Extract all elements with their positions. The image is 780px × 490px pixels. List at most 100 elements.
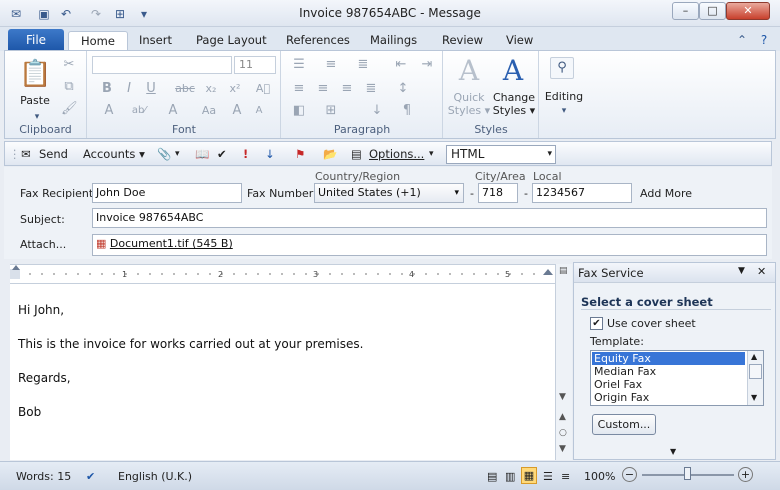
attach-file-icon[interactable]: 📎 bbox=[157, 146, 171, 163]
prev-page-icon[interactable]: ▲ bbox=[559, 412, 566, 422]
language-indicator[interactable]: English (U.K.) bbox=[118, 470, 192, 483]
vertical-scrollbar[interactable]: ▤ ▼ ▲ ○ ▼ bbox=[555, 264, 572, 460]
align-left-icon[interactable]: ≡ bbox=[290, 81, 308, 97]
editing-button[interactable]: Editing bbox=[540, 90, 588, 103]
highlight-icon[interactable]: ab⁄ bbox=[128, 103, 150, 119]
paste-icon[interactable]: 📋 bbox=[19, 57, 51, 91]
country-region-select[interactable]: United States (+1) ▾ bbox=[314, 183, 464, 203]
shrink-font-icon[interactable]: A bbox=[250, 103, 268, 119]
cut-icon[interactable]: ✂ bbox=[61, 57, 77, 73]
address-book-icon[interactable]: 📖 bbox=[195, 146, 209, 163]
send-icon[interactable]: ✉ bbox=[21, 146, 31, 163]
check-names-icon[interactable]: ✔ bbox=[217, 146, 227, 163]
tab-view[interactable]: View bbox=[506, 31, 533, 51]
message-body[interactable]: Hi John, This is the invoice for works c… bbox=[10, 284, 555, 460]
quick-styles-icon[interactable]: A bbox=[452, 55, 486, 87]
bold-icon[interactable]: B bbox=[100, 81, 114, 97]
outline-icon[interactable]: ☰ bbox=[543, 470, 553, 483]
message-format-select[interactable]: HTML ▾ bbox=[446, 145, 556, 164]
tab-review[interactable]: Review bbox=[442, 31, 483, 51]
underline-icon[interactable]: U bbox=[144, 81, 158, 97]
subscript-icon[interactable]: x₂ bbox=[202, 81, 220, 97]
sort-icon[interactable]: ↓ bbox=[368, 103, 386, 119]
binoculars-icon[interactable]: ⚲ bbox=[550, 57, 574, 79]
zoom-slider-thumb[interactable] bbox=[684, 467, 691, 480]
show-formatting-icon[interactable]: ¶ bbox=[398, 103, 416, 119]
next-page-icon[interactable]: ▼ bbox=[559, 444, 566, 454]
borders-icon[interactable]: ⊞ bbox=[322, 103, 340, 119]
italic-icon[interactable]: I bbox=[122, 81, 136, 97]
pane-scroll-down-icon[interactable]: ▼ bbox=[670, 447, 676, 456]
template-scroll-down-icon[interactable]: ▼ bbox=[751, 393, 757, 402]
print-layout-icon[interactable]: ▤ bbox=[487, 470, 497, 483]
web-layout-icon[interactable]: ▦ bbox=[521, 467, 537, 484]
zoom-in-icon[interactable]: + bbox=[738, 467, 753, 482]
city-area-input[interactable]: 718 bbox=[478, 183, 518, 203]
folder-icon[interactable]: 📂 bbox=[323, 146, 337, 163]
proofing-icon[interactable]: ✔ bbox=[86, 470, 95, 483]
attachment-link[interactable]: Document1.tif (545 B) bbox=[110, 237, 233, 250]
format-painter-icon[interactable]: 🖌 bbox=[61, 101, 78, 117]
align-right-icon[interactable]: ≡ bbox=[338, 81, 356, 97]
pane-menu-icon[interactable]: ▼ bbox=[738, 266, 745, 276]
template-item-origin[interactable]: Origin Fax bbox=[592, 391, 745, 404]
superscript-icon[interactable]: x² bbox=[226, 81, 244, 97]
template-list-scrollbar[interactable]: ▲ ▼ bbox=[747, 351, 763, 405]
high-importance-icon[interactable]: ! bbox=[243, 146, 248, 163]
template-item-oriel[interactable]: Oriel Fax bbox=[592, 378, 745, 391]
minimize-button[interactable]: – bbox=[672, 2, 699, 20]
close-button[interactable]: ✕ bbox=[726, 2, 770, 20]
template-item-median[interactable]: Median Fax bbox=[592, 365, 745, 378]
send-button[interactable]: Send bbox=[39, 146, 68, 163]
multilevel-list-icon[interactable]: ≣ bbox=[354, 57, 372, 73]
accounts-button[interactable]: Accounts ▾ bbox=[83, 146, 145, 163]
quick-styles-button[interactable]: Quick Styles ▾ bbox=[446, 91, 492, 117]
template-list[interactable]: Equity Fax Median Fax Oriel Fax Origin F… bbox=[590, 350, 764, 406]
zoom-level[interactable]: 100% bbox=[584, 470, 615, 483]
tab-mailings[interactable]: Mailings bbox=[370, 31, 417, 51]
fax-recipient-input[interactable]: John Doe bbox=[92, 183, 242, 203]
tab-insert[interactable]: Insert bbox=[139, 31, 172, 51]
minimize-ribbon-icon[interactable]: ⌃ bbox=[734, 32, 750, 48]
numbering-icon[interactable]: ≡ bbox=[322, 57, 340, 73]
bullets-icon[interactable]: ☰ bbox=[290, 57, 308, 73]
local-number-input[interactable]: 1234567 bbox=[532, 183, 632, 203]
word-count[interactable]: Words: 15 bbox=[16, 470, 71, 483]
low-importance-icon[interactable]: ↓ bbox=[265, 146, 275, 163]
change-case-icon[interactable]: Aa bbox=[198, 103, 220, 119]
change-styles-button[interactable]: Change Styles ▾ bbox=[490, 91, 538, 117]
copy-icon[interactable]: ⧉ bbox=[61, 79, 77, 95]
add-more-link[interactable]: Add More bbox=[640, 187, 692, 200]
draft-icon[interactable]: ≡ bbox=[561, 470, 570, 483]
subject-input[interactable]: Invoice 987654ABC bbox=[92, 208, 767, 228]
maximize-button[interactable]: □ bbox=[699, 2, 726, 20]
strikethrough-icon[interactable]: abc bbox=[174, 81, 196, 97]
tab-home[interactable]: Home bbox=[68, 31, 128, 51]
options-icon[interactable]: ▤ bbox=[351, 146, 362, 163]
tab-page-layout[interactable]: Page Layout bbox=[196, 31, 267, 51]
zoom-out-icon[interactable]: − bbox=[622, 467, 637, 482]
change-styles-icon[interactable]: A bbox=[496, 55, 530, 87]
ruler-toggle-icon[interactable]: ▤ bbox=[559, 266, 568, 276]
attach-label[interactable]: Attach... bbox=[20, 238, 66, 251]
pane-close-icon[interactable]: ✕ bbox=[757, 265, 766, 278]
options-dropdown-icon[interactable]: ▾ bbox=[429, 146, 434, 163]
decrease-indent-icon[interactable]: ⇤ bbox=[392, 57, 410, 73]
increase-indent-icon[interactable]: ⇥ bbox=[418, 57, 436, 73]
paste-button[interactable]: Paste bbox=[13, 94, 57, 107]
font-name-combo[interactable] bbox=[92, 56, 232, 74]
clear-formatting-icon[interactable]: A⃠ bbox=[254, 81, 272, 97]
font-color-icon[interactable]: A bbox=[164, 103, 182, 119]
template-scroll-thumb[interactable] bbox=[749, 364, 762, 379]
custom-button[interactable]: Custom... bbox=[592, 414, 656, 435]
grow-font-icon[interactable]: A bbox=[228, 103, 246, 119]
text-effects-icon[interactable]: A bbox=[100, 103, 118, 119]
template-item-equity[interactable]: Equity Fax bbox=[592, 352, 745, 365]
tab-references[interactable]: References bbox=[286, 31, 350, 51]
options-button[interactable]: Options... bbox=[369, 146, 424, 163]
shading-icon[interactable]: ◧ bbox=[290, 103, 308, 119]
align-center-icon[interactable]: ≡ bbox=[314, 81, 332, 97]
select-browse-icon[interactable]: ○ bbox=[559, 428, 567, 438]
template-scroll-up-icon[interactable]: ▲ bbox=[751, 352, 757, 361]
use-cover-sheet-checkbox[interactable]: ✔ bbox=[590, 317, 603, 330]
